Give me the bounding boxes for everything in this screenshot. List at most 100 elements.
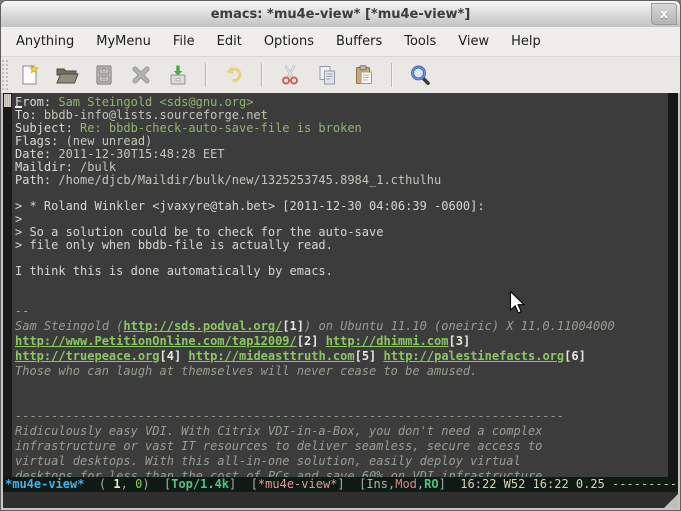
ad-line: infrastructure or vast IT resources to d… (15, 439, 668, 454)
save-icon (166, 63, 190, 87)
copy-button[interactable] (314, 62, 340, 88)
link-sds-podval[interactable]: http://sds.podval.org/ (123, 319, 282, 333)
footnote-ref: [5] (355, 349, 377, 363)
screenshot: emacs: *mu4e-view* [*mu4e-view*] x Anyth… (0, 0, 681, 511)
frame-body: From: Sam Steingold <sds@gnu.org> To: bb… (3, 93, 678, 477)
signature-text: Sam Steingold ( (15, 319, 123, 333)
header-label: Flags: (15, 134, 58, 148)
blank-line (15, 394, 668, 409)
footnote-ref: [6] (564, 349, 586, 363)
signature-text: ) on Ubuntu 11.10 (oneiric) X 11.0.11004… (304, 319, 615, 333)
undo-button[interactable] (221, 62, 247, 88)
menu-file[interactable]: File (162, 27, 206, 56)
undo-icon (222, 63, 246, 87)
signature-quote: Those who can laugh at themselves will n… (15, 364, 668, 379)
mouse-pointer (509, 290, 526, 315)
cut-button[interactable] (277, 62, 303, 88)
kill-buffer-button[interactable] (128, 62, 154, 88)
blank-line (15, 291, 668, 304)
mu4e-view-buffer[interactable]: From: Sam Steingold <sds@gnu.org> To: bb… (12, 93, 668, 477)
ad-line: virtual desktops. With this all-in-one s… (15, 454, 668, 469)
header-value: /bulk (73, 160, 116, 174)
menu-tools[interactable]: Tools (393, 27, 447, 56)
ad-line: Ridiculously easy VDI. With Citrix VDI-i… (15, 424, 668, 439)
right-fringe (668, 93, 678, 477)
toolbar-separator (205, 63, 207, 87)
scrollbar-thumb[interactable] (4, 94, 11, 107)
link-mideasttruth[interactable]: http://mideasttruth.com (188, 349, 354, 363)
link-palestinefacts[interactable]: http://palestinefacts.org (384, 349, 565, 363)
blank-line (15, 379, 668, 394)
header-value: 2011-12-30T15:48:28 EET (51, 147, 224, 161)
modeline-text: ] [ (337, 477, 366, 491)
header-value: Re: bbdb-check-auto-save-file is broken (73, 121, 362, 135)
minibuffer[interactable] (3, 492, 678, 508)
link-truepeace[interactable]: http://truepeace.org (15, 349, 160, 363)
left-scrollbar[interactable] (3, 93, 12, 477)
body-line: I think this is done automatically by em… (15, 265, 668, 278)
modeline: *mu4e-view* ( 1, 0) [Top/1.4k] [*mu4e-vi… (3, 477, 678, 492)
menu-help[interactable]: Help (500, 27, 552, 56)
open-file-button[interactable] (54, 62, 80, 88)
toolbar-separator (261, 63, 263, 87)
new-file-icon (18, 63, 42, 87)
close-x-icon (129, 63, 153, 87)
modeline-text: ( (84, 477, 113, 491)
modeline-readonly-flag: RO (424, 477, 438, 491)
signature-line: Sam Steingold (http://sds.podval.org/[1]… (15, 319, 668, 334)
signature-marker: -- (15, 304, 668, 319)
header-label: Path: (15, 173, 51, 187)
titlebar[interactable]: emacs: *mu4e-view* [*mu4e-view*] x (1, 1, 680, 27)
menubar: Anything MyMenu File Edit Options Buffer… (1, 27, 680, 57)
search-button[interactable] (407, 62, 433, 88)
modeline-text: ) [ (142, 477, 171, 491)
menu-buffers[interactable]: Buffers (325, 27, 393, 56)
close-button[interactable]: x (651, 3, 677, 25)
paste-button[interactable] (351, 62, 377, 88)
blank-line (15, 278, 668, 291)
save-buffer-button[interactable] (165, 62, 191, 88)
emacs-frame: emacs: *mu4e-view* [*mu4e-view*] x Anyth… (0, 0, 681, 511)
header-label: To: (15, 108, 37, 122)
header-value: Sam Steingold <sds@gnu.org> (51, 95, 253, 109)
header-label: Date: (15, 147, 51, 161)
menu-edit[interactable]: Edit (206, 27, 253, 56)
resize-grip[interactable] (664, 494, 678, 508)
header-value: /home/djcb/Maildir/bulk/new/1325253745.8… (51, 173, 441, 187)
open-folder-icon (55, 63, 79, 87)
menu-anything[interactable]: Anything (5, 27, 85, 56)
modeline-mod-flag: Mod (395, 477, 417, 491)
space (376, 349, 383, 363)
link-petitiononline[interactable]: http://www.PetitionOnline.com/tap12009/ (15, 334, 297, 348)
modeline-text: ] [ (229, 477, 258, 491)
header-path: Path: /home/djcb/Maildir/bulk/new/132525… (15, 174, 668, 187)
signature-links-line: http://truepeace.org[4] http://mideasttr… (15, 349, 668, 364)
modeline-text: , (121, 477, 135, 491)
header-value: (new unread) (58, 134, 152, 148)
file-cabinet-icon (92, 63, 116, 87)
footnote-ref: [4] (160, 349, 182, 363)
scissors-icon (278, 63, 302, 87)
menu-mymenu[interactable]: MyMenu (85, 27, 162, 56)
link-dhimmi[interactable]: http://dhimmi.com (326, 334, 449, 348)
quoted-line: > file only when bbdb-file is actually r… (15, 239, 668, 252)
modeline-text: ] (439, 477, 461, 491)
footnote-ref: [3] (449, 334, 471, 348)
toolbar (1, 57, 680, 93)
window-title: emacs: *mu4e-view* [*mu4e-view*] (211, 7, 471, 22)
modeline-line-number: 1 (113, 477, 120, 491)
header-value: bbdb-info@lists.sourceforge.net (37, 108, 268, 122)
dired-button[interactable] (91, 62, 117, 88)
signature-links-line: http://www.PetitionOnline.com/tap12009/[… (15, 334, 668, 349)
toolbar-separator (391, 63, 393, 87)
new-file-button[interactable] (17, 62, 43, 88)
space (318, 334, 325, 348)
menu-options[interactable]: Options (253, 27, 325, 56)
text-cursor (15, 106, 22, 108)
modeline-ins-flag: Ins (366, 477, 388, 491)
modeline-buffer-name[interactable]: *mu4e-view* (5, 477, 84, 491)
modeline-time-load: 16:22 W52 16:22 0.25 (460, 477, 612, 491)
menu-view[interactable]: View (447, 27, 500, 56)
footnote-ref: [2] (297, 334, 319, 348)
modeline-filler-dashes: --------------------------------- (612, 477, 678, 491)
